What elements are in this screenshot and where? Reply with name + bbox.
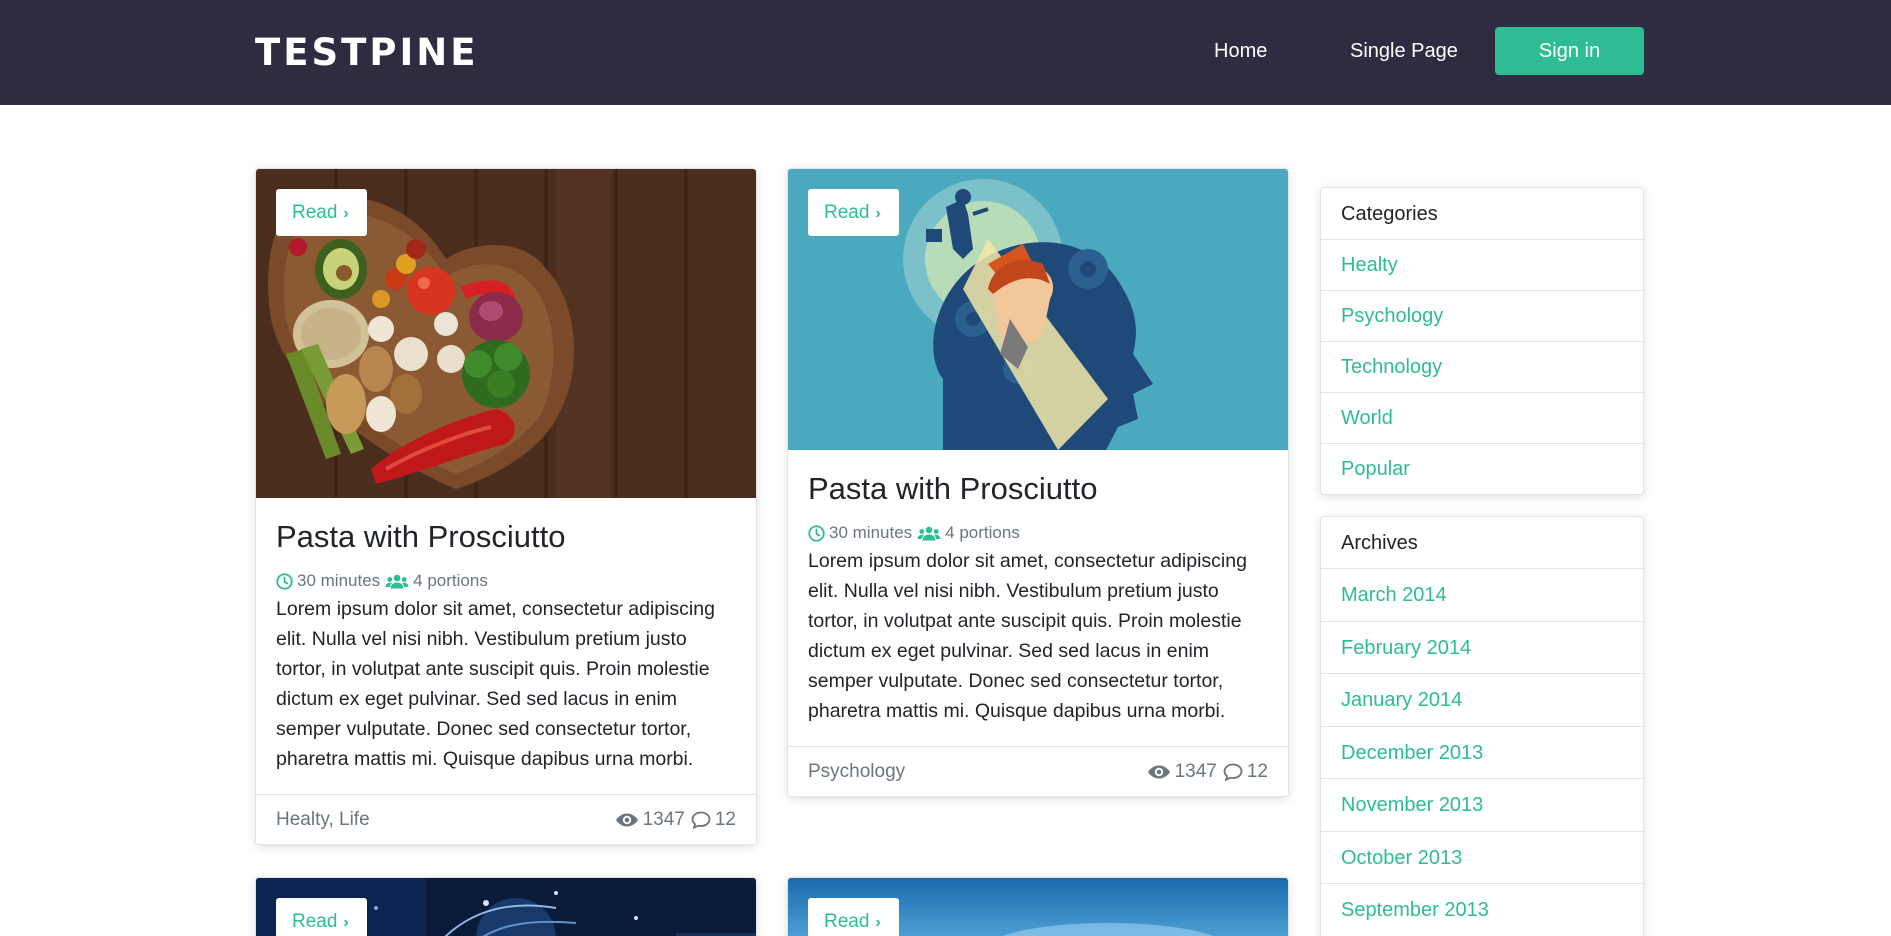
categories-panel: Categories Healty Psychology Technology … xyxy=(1320,187,1644,495)
post-time: 30 minutes xyxy=(829,523,913,542)
food-heart-plate-image[interactable]: Read › xyxy=(256,169,756,498)
clock-icon xyxy=(276,572,293,590)
comment-icon xyxy=(691,811,711,829)
top-navbar: TESTPINE Home Single Page Sign in xyxy=(0,0,1891,105)
archive-link[interactable]: February 2014 xyxy=(1321,622,1643,674)
head-illustration-image[interactable]: Read › xyxy=(788,169,1288,450)
post-title[interactable]: Pasta with Prosciutto xyxy=(808,470,1097,508)
post-card: Read › Pasta with Prosciutto 30 minutes 4… xyxy=(787,168,1289,797)
users-icon xyxy=(385,574,409,588)
comment-icon xyxy=(1223,763,1243,781)
post-footer: Psychology 1347 12 xyxy=(788,746,1288,796)
read-label: Read xyxy=(824,911,870,932)
sign-in-button[interactable]: Sign in xyxy=(1495,27,1644,75)
archives-panel: Archives March 2014 February 2014 Januar… xyxy=(1320,516,1644,936)
chevron-right-icon: › xyxy=(875,914,881,931)
post-portions: 4 portions xyxy=(413,571,488,590)
category-link-psychology[interactable]: Psychology xyxy=(1321,291,1643,342)
post-stats: 1347 12 xyxy=(1141,760,1268,784)
archive-link[interactable]: March 2014 xyxy=(1321,569,1643,622)
nav-home-link[interactable]: Home xyxy=(1214,38,1267,64)
archive-link[interactable]: October 2013 xyxy=(1321,832,1643,884)
read-button[interactable]: Read › xyxy=(808,898,899,936)
read-button[interactable]: Read › xyxy=(276,189,367,236)
archive-link[interactable]: January 2014 xyxy=(1321,674,1643,727)
comment-count: 12 xyxy=(714,809,736,830)
chevron-right-icon: › xyxy=(343,914,349,931)
view-count: 1347 xyxy=(1174,761,1217,782)
post-title[interactable]: Pasta with Prosciutto xyxy=(276,518,565,556)
eye-icon xyxy=(615,813,638,827)
post-footer: Healty, Life 1347 12 xyxy=(256,794,756,844)
blue-sky-image[interactable]: Read › xyxy=(788,878,1288,936)
archive-link[interactable]: September 2013 xyxy=(1321,884,1643,936)
users-icon xyxy=(917,526,941,540)
clock-icon xyxy=(808,524,825,542)
view-count: 1347 xyxy=(642,809,685,830)
category-link-technology[interactable]: Technology xyxy=(1321,342,1643,393)
category-link-world[interactable]: World xyxy=(1321,393,1643,444)
read-label: Read xyxy=(824,202,870,223)
chevron-right-icon: › xyxy=(875,205,881,222)
chevron-right-icon: › xyxy=(343,205,349,222)
comment-count: 12 xyxy=(1246,761,1268,782)
post-stats: 1347 12 xyxy=(609,808,736,832)
post-card: Read › xyxy=(787,877,1289,936)
post-excerpt: Lorem ipsum dolor sit amet, consectetur … xyxy=(276,598,715,770)
post-excerpt: Lorem ipsum dolor sit amet, consectetur … xyxy=(808,550,1247,722)
post-categories[interactable]: Psychology xyxy=(808,760,905,784)
eye-icon xyxy=(1147,765,1170,779)
categories-title: Categories xyxy=(1321,188,1643,240)
category-link-popular[interactable]: Popular xyxy=(1321,444,1643,494)
post-categories[interactable]: Healty, Life xyxy=(276,808,370,832)
read-label: Read xyxy=(292,202,338,223)
post-portions: 4 portions xyxy=(945,523,1020,542)
archive-link[interactable]: December 2013 xyxy=(1321,727,1643,779)
read-button[interactable]: Read › xyxy=(276,898,367,936)
post-card: Read › Pasta with Prosciutto 30 minutes 4… xyxy=(255,168,757,845)
category-link-healty[interactable]: Healty xyxy=(1321,240,1643,291)
post-meta: 30 minutes 4 portions xyxy=(808,522,1020,544)
archives-title: Archives xyxy=(1321,517,1643,569)
post-meta: 30 minutes 4 portions xyxy=(276,570,488,592)
site-logo[interactable]: TESTPINE xyxy=(255,32,479,74)
post-card: Read › xyxy=(255,877,757,936)
read-button[interactable]: Read › xyxy=(808,189,899,236)
nav-single-page-link[interactable]: Single Page xyxy=(1350,38,1458,64)
post-time: 30 minutes xyxy=(297,571,381,590)
tech-network-image[interactable]: Read › xyxy=(256,878,756,936)
read-label: Read xyxy=(292,911,338,932)
archive-link[interactable]: November 2013 xyxy=(1321,779,1643,832)
